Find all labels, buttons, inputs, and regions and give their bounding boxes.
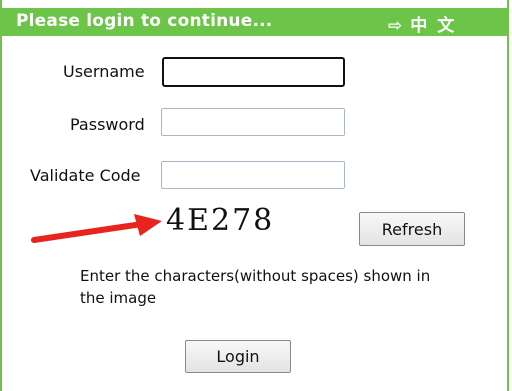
login-button[interactable]: Login [185, 340, 291, 373]
username-input[interactable] [162, 57, 345, 87]
validate-code-label: Validate Code [30, 166, 141, 185]
refresh-button[interactable]: Refresh [359, 212, 465, 246]
panel-title: Please login to continue... [16, 11, 273, 31]
password-label: Password [70, 115, 145, 134]
language-switch-link[interactable]: ⇨ 中文 [388, 11, 464, 36]
red-arrow-icon [31, 214, 162, 243]
language-label: 中文 [410, 16, 465, 36]
password-input[interactable] [161, 108, 345, 136]
captcha-text: 4E278 [166, 203, 275, 238]
panel-header: Please login to continue... ⇨ 中文 [2, 8, 507, 36]
captcha-hint-text: Enter the characters(without spaces) sho… [80, 267, 431, 307]
validate-code-input[interactable] [161, 161, 345, 189]
arrow-right-icon: ⇨ [388, 16, 403, 36]
captcha-image: 4E278 [162, 199, 306, 249]
username-label: Username [63, 62, 145, 81]
